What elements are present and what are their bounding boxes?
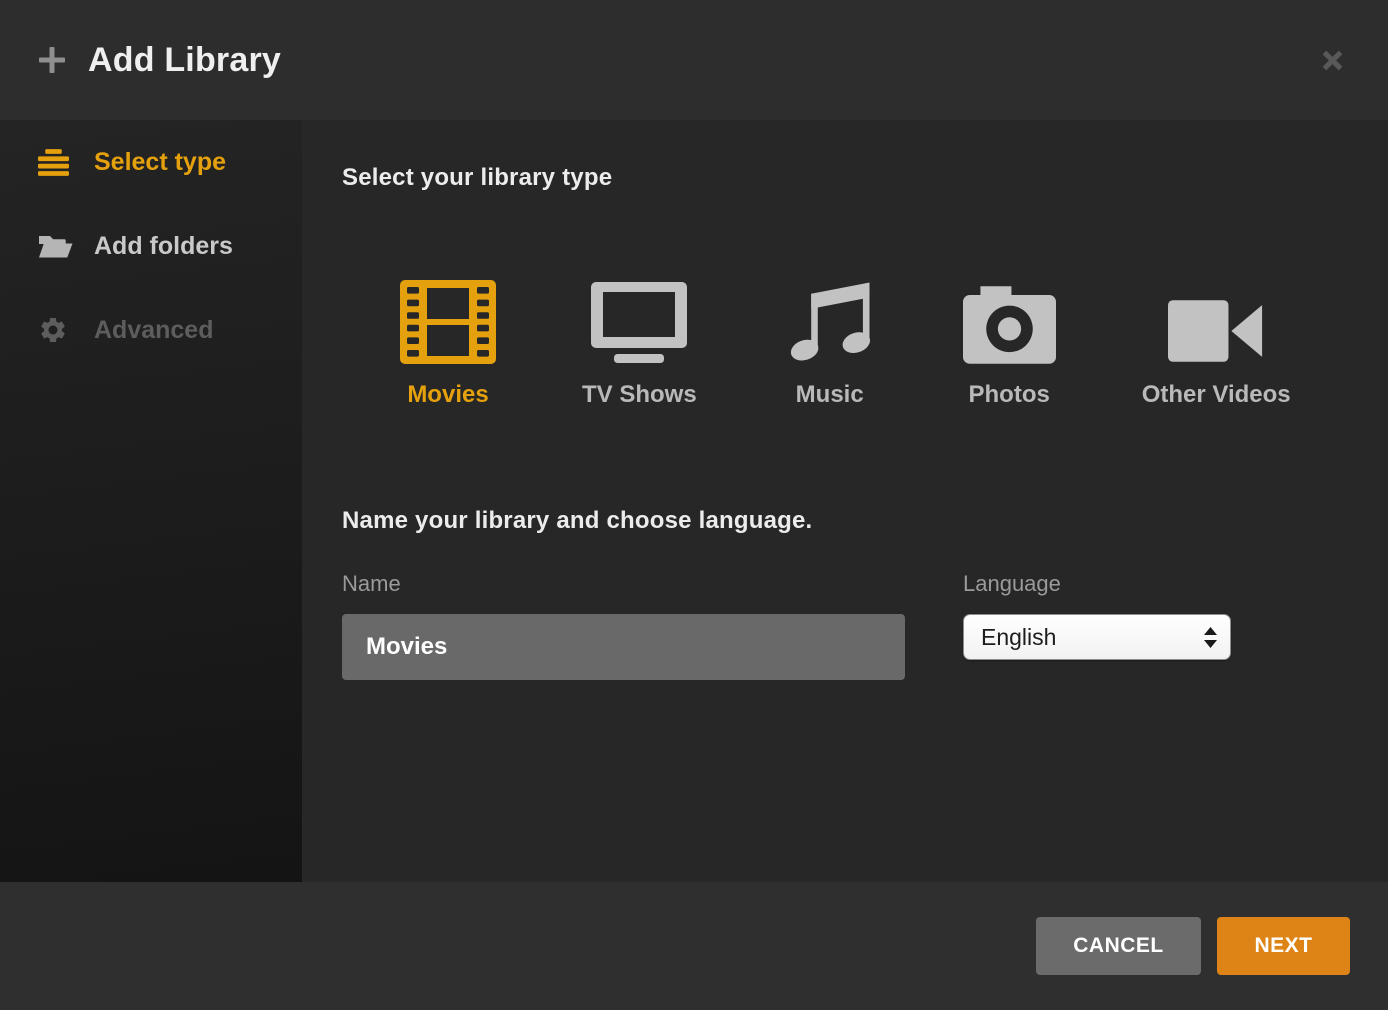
list-lines-icon (38, 149, 76, 176)
sidebar-item-label: Select type (94, 148, 226, 177)
library-type-other-videos[interactable]: Other Videos (1142, 276, 1291, 409)
next-button[interactable]: NEXT (1217, 917, 1350, 975)
plus-icon (36, 44, 68, 76)
sidebar-item-add-folders[interactable]: Add folders (0, 204, 302, 288)
library-name-input[interactable] (342, 614, 905, 680)
language-select[interactable]: English (963, 614, 1231, 660)
name-language-row: Name Language English (342, 571, 1348, 680)
library-type-photos[interactable]: Photos (963, 276, 1056, 409)
sidebar-item-advanced: Advanced (0, 288, 302, 372)
video-camera-icon (1168, 276, 1264, 364)
library-type-tv-shows[interactable]: TV Shows (582, 276, 697, 409)
tv-icon (589, 276, 689, 364)
language-field-label: Language (963, 571, 1231, 597)
library-type-label: Music (796, 381, 864, 409)
add-library-dialog: Add Library Select type (0, 0, 1388, 1010)
library-type-label: Movies (407, 381, 488, 409)
dialog-header: Add Library (0, 0, 1388, 120)
sidebar-item-select-type[interactable]: Select type (0, 120, 302, 204)
library-type-row: Movies TV Shows (400, 276, 1348, 409)
select-type-panel: Select your library type (302, 120, 1388, 882)
library-type-label: TV Shows (582, 381, 697, 409)
cancel-button[interactable]: CANCEL (1036, 917, 1201, 975)
name-field-label: Name (342, 571, 905, 597)
sidebar-item-label: Advanced (94, 316, 213, 345)
folder-open-icon (38, 233, 76, 260)
dialog-title: Add Library (88, 41, 281, 80)
gear-icon (38, 315, 76, 345)
library-type-label: Photos (969, 381, 1050, 409)
library-type-heading: Select your library type (342, 164, 1348, 192)
dialog-footer: CANCEL NEXT (0, 882, 1388, 1010)
wizard-steps-sidebar: Select type Add folders Advanced (0, 120, 302, 882)
library-type-label: Other Videos (1142, 381, 1291, 409)
close-icon[interactable] (1313, 41, 1352, 80)
filmstrip-icon (400, 276, 496, 364)
sidebar-item-label: Add folders (94, 232, 233, 261)
camera-icon (963, 276, 1056, 364)
language-select-value: English (981, 624, 1056, 651)
music-note-icon (783, 276, 877, 364)
library-type-movies[interactable]: Movies (400, 276, 496, 409)
name-language-heading: Name your library and choose language. (342, 507, 1348, 535)
updown-arrows-icon (1204, 627, 1217, 648)
library-type-music[interactable]: Music (783, 276, 877, 409)
